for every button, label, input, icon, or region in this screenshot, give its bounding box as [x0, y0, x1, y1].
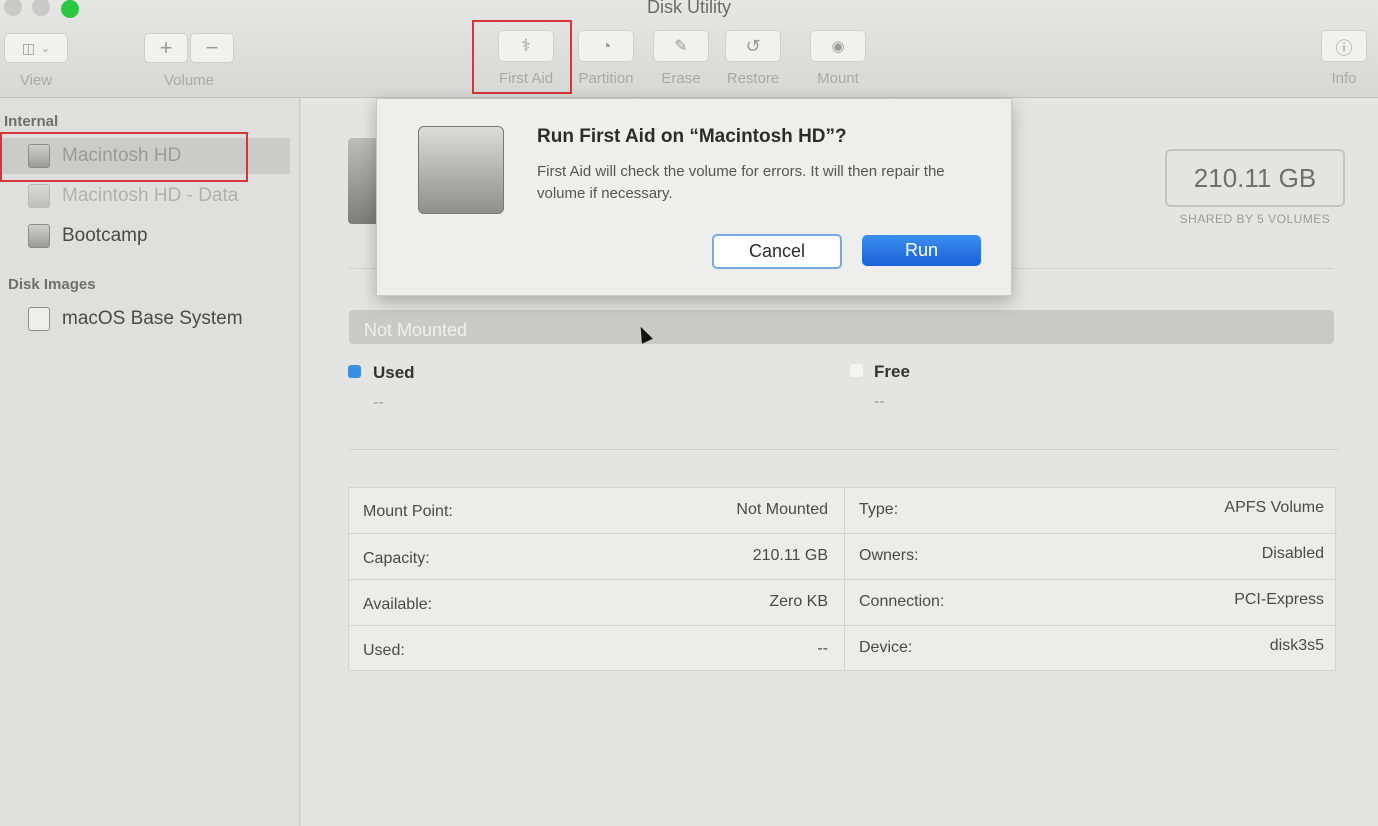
row-divider: [349, 625, 1337, 626]
used-info-value: --: [817, 640, 828, 657]
sidebar-item-label: Macintosh HD - Data: [62, 185, 239, 206]
used-info-label: Used:: [363, 642, 405, 659]
view-label: View: [19, 72, 53, 89]
used-legend-dot: [348, 365, 361, 378]
sidebar-item-label: Bootcamp: [62, 225, 148, 246]
row-divider: [349, 579, 1337, 580]
sidebar-item-label: Macintosh HD: [62, 145, 182, 166]
available-label: Available:: [363, 596, 433, 613]
dialog-message: First Aid will check the volume for erro…: [537, 163, 945, 202]
used-value: --: [373, 394, 384, 411]
device-label: Device:: [859, 639, 913, 656]
restore-icon: ↺: [745, 35, 761, 56]
partition-button[interactable]: ◔ Partition: [566, 30, 646, 87]
mount-point-value: Not Mounted: [736, 501, 828, 518]
cancel-button[interactable]: Cancel: [712, 234, 842, 269]
usage-bar: [349, 310, 1334, 344]
sidebar-item-label: macOS Base System: [62, 308, 243, 329]
first-aid-label: First Aid: [498, 70, 554, 87]
sidebar-toggle-icon: ◫: [21, 39, 35, 56]
capacity-label: Capacity:: [363, 550, 430, 567]
usage-bar-text: Not Mounted: [364, 320, 468, 340]
add-volume-button[interactable]: +: [144, 33, 188, 63]
pie-chart-icon: ◔: [600, 35, 612, 56]
sidebar-item-bootcamp[interactable]: Bootcamp: [0, 218, 290, 254]
mount-icon: ◉: [831, 38, 845, 55]
run-button[interactable]: Run: [862, 235, 981, 266]
available-value: Zero KB: [769, 593, 828, 610]
owners-label: Owners:: [859, 547, 919, 564]
partition-label: Partition: [578, 70, 634, 87]
connection-label: Connection:: [859, 593, 945, 610]
divider: [349, 449, 1339, 450]
used-label: Used: [373, 363, 415, 382]
minus-icon: −: [205, 35, 219, 60]
volume-icon: [28, 224, 50, 248]
first-aid-button[interactable]: ⚕ First Aid: [486, 30, 566, 87]
info-icon: ⓘ: [1335, 38, 1353, 58]
connection-value: PCI-Express: [1234, 591, 1324, 608]
sidebar-section-disk-images: Disk Images: [8, 276, 96, 293]
sidebar-item-macos-base-system[interactable]: macOS Base System: [0, 301, 290, 337]
volume-icon: [28, 184, 50, 208]
info-label: Info: [1331, 70, 1357, 87]
row-divider: [349, 533, 1337, 534]
volume-label: Volume: [163, 72, 215, 89]
sidebar-item-macintosh-hd[interactable]: Macintosh HD: [0, 138, 290, 174]
erase-label: Erase: [661, 70, 701, 87]
view-button[interactable]: ◫ ⌄: [4, 33, 68, 63]
sidebar-item-macintosh-hd-data[interactable]: Macintosh HD - Data: [0, 178, 290, 214]
sidebar: Internal Macintosh HD Macintosh HD - Dat…: [0, 98, 300, 826]
free-label: Free: [874, 362, 910, 381]
mount-label: Mount: [817, 70, 859, 87]
type-label: Type:: [859, 501, 899, 518]
restore-button[interactable]: ↺ Restore: [713, 30, 793, 87]
free-legend-dot: [850, 364, 863, 377]
toolbar: Disk Utility ◫ ⌄ View + − Volume ⚕ First…: [0, 0, 1378, 98]
owners-value: Disabled: [1261, 545, 1324, 562]
erase-icon: ✎: [674, 38, 688, 55]
info-button[interactable]: ⓘ Info: [1314, 30, 1374, 87]
plus-icon: +: [159, 35, 173, 60]
window-title: Disk Utility: [647, 0, 731, 17]
dialog-title: Run First Aid on “Macintosh HD”?: [537, 126, 847, 147]
device-value: disk3s5: [1269, 637, 1324, 654]
volume-icon: [28, 144, 50, 168]
mount-point-label: Mount Point:: [363, 503, 453, 520]
erase-button[interactable]: ✎ Erase: [641, 30, 721, 87]
shared-volumes-text: SHARED BY 5 VOLUMES: [1179, 212, 1331, 226]
chevron-down-icon: ⌄: [41, 42, 51, 55]
disk-image-icon: [28, 307, 50, 331]
stethoscope-icon: ⚕: [521, 36, 531, 55]
free-value: --: [874, 393, 885, 410]
mount-button[interactable]: ◉ Mount: [798, 30, 878, 87]
hard-drive-icon: [418, 126, 504, 214]
capacity-display: 210.11 GB: [1165, 149, 1345, 207]
capacity-value: 210.11 GB: [752, 547, 828, 564]
type-value: APFS Volume: [1224, 499, 1324, 516]
remove-volume-button[interactable]: −: [190, 33, 234, 63]
sidebar-section-internal: Internal: [4, 113, 59, 130]
restore-label: Restore: [726, 70, 780, 87]
